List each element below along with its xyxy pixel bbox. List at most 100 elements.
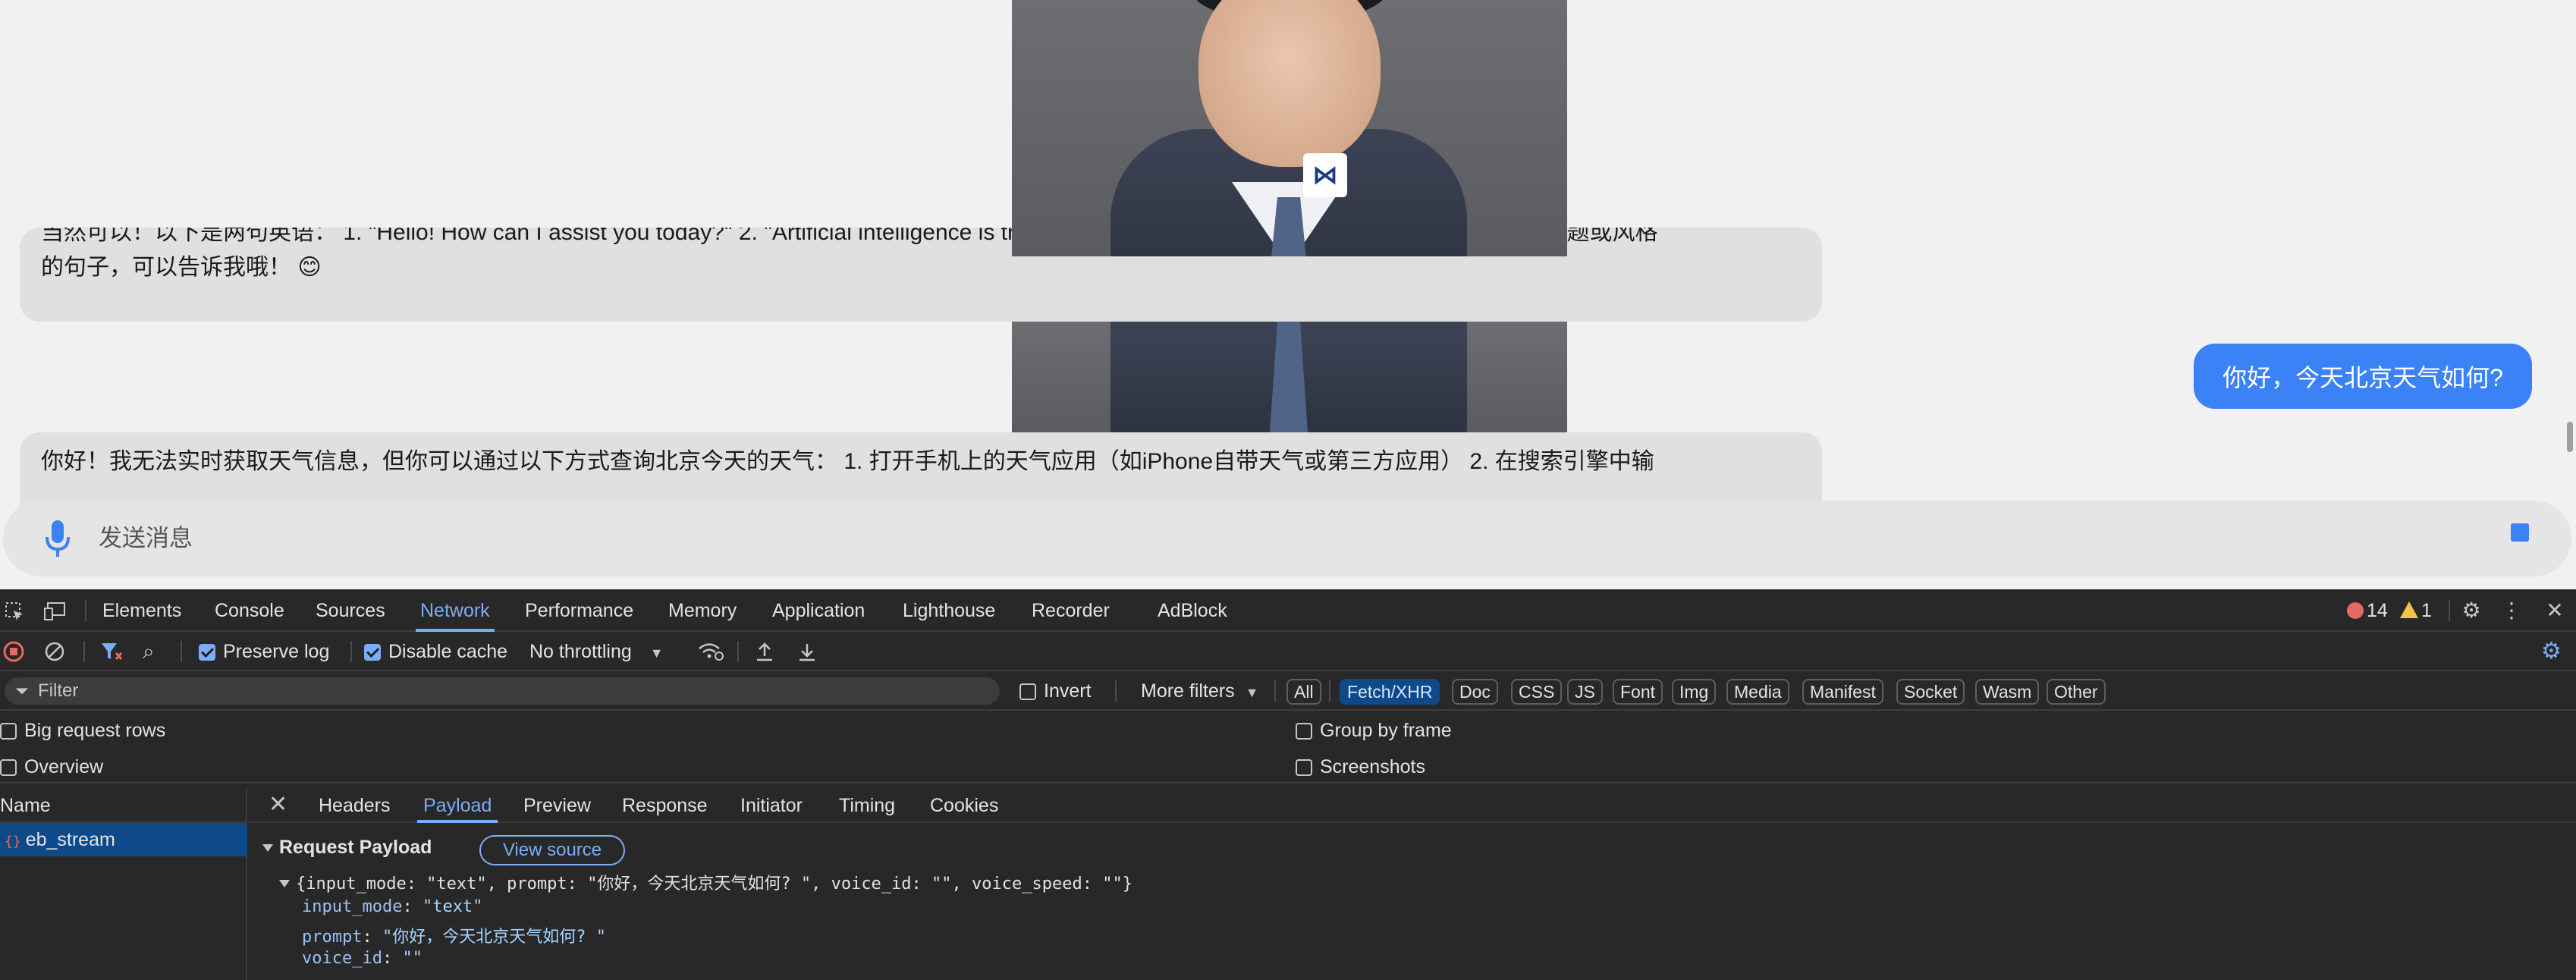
field-key: input_mode	[302, 897, 403, 916]
request-list: Name {} eb_stream	[0, 788, 247, 980]
type-filter-wasm[interactable]: Wasm	[1975, 679, 2040, 705]
close-detail-icon[interactable]: ✕	[269, 788, 287, 821]
more-icon[interactable]: ⋮	[2500, 589, 2523, 632]
view-source-button[interactable]: View source	[479, 835, 625, 865]
tab-performance[interactable]: Performance	[525, 589, 633, 632]
tab-headers[interactable]: Headers	[319, 788, 391, 823]
big-request-rows-checkbox[interactable]: Big request rows	[0, 714, 165, 747]
tab-network[interactable]: Network	[416, 589, 495, 632]
settings-icon[interactable]: ⚙	[2458, 589, 2485, 632]
type-filter-other[interactable]: Other	[2047, 679, 2106, 705]
tab-recorder[interactable]: Recorder	[1032, 589, 1110, 632]
more-filters-dropdown[interactable]: More filters ▼	[1141, 671, 1258, 711]
divider	[181, 641, 182, 662]
type-filter-css[interactable]: CSS	[1511, 679, 1563, 705]
type-filter-socket[interactable]: Socket	[1896, 679, 1965, 705]
filter-input[interactable]: ⏷ Filter	[5, 677, 1000, 705]
tab-lighthouse[interactable]: Lighthouse	[903, 589, 995, 632]
network-settings-icon[interactable]: ⚙	[2541, 632, 2568, 671]
invert-label: Invert	[1044, 680, 1092, 702]
request-name: eb_stream	[25, 829, 115, 850]
devtools-panel: Elements Console Sources Network Perform…	[0, 589, 2576, 980]
avatar-video-lower	[1012, 322, 1567, 432]
screenshots-label: Screenshots	[1320, 756, 1425, 777]
tab-cookies[interactable]: Cookies	[930, 788, 998, 823]
name-column-header[interactable]: Name	[0, 788, 247, 823]
tab-initiator[interactable]: Initiator	[740, 788, 803, 823]
more-filters-label: More filters	[1141, 680, 1235, 702]
tab-timing[interactable]: Timing	[839, 788, 895, 823]
tab-adblock[interactable]: AdBlock	[1158, 589, 1227, 632]
type-filter-media[interactable]: Media	[1726, 679, 1789, 705]
upload-icon[interactable]	[754, 632, 777, 671]
overview-checkbox[interactable]: Overview	[0, 750, 103, 784]
chevron-down-icon: ▼	[649, 645, 664, 661]
type-filter-doc[interactable]: Doc	[1452, 679, 1498, 705]
checkbox-unchecked[interactable]	[0, 759, 17, 776]
stop-icon[interactable]	[2511, 523, 2529, 542]
payload-field: prompt: "你好，今天北京天气如何? "	[302, 928, 606, 947]
type-filter-all[interactable]: All	[1286, 679, 1321, 705]
divider	[737, 641, 739, 662]
preserve-log-checkbox[interactable]: Preserve log	[199, 632, 329, 671]
screenshots-checkbox[interactable]: Screenshots	[1296, 750, 1425, 784]
message-input-bar[interactable]: 发送消息	[3, 501, 2571, 576]
checkbox-checked[interactable]	[199, 644, 215, 661]
checkbox-unchecked[interactable]	[1019, 683, 1036, 700]
request-row[interactable]: {} eb_stream	[0, 823, 247, 856]
preserve-log-label: Preserve log	[223, 641, 330, 662]
invert-checkbox[interactable]: Invert	[1019, 671, 1092, 711]
error-icon	[2347, 602, 2364, 619]
tab-console[interactable]: Console	[215, 589, 284, 632]
request-detail: ✕ Headers Payload Preview Response Initi…	[249, 788, 2576, 980]
checkbox-unchecked[interactable]	[1296, 723, 1312, 740]
throttling-select[interactable]: No throttling ▼	[529, 632, 664, 671]
tab-payload[interactable]: Payload	[416, 788, 498, 823]
checkbox-checked[interactable]	[364, 644, 381, 661]
network-conditions-icon[interactable]	[698, 632, 724, 671]
tab-preview[interactable]: Preview	[523, 788, 591, 823]
clear-icon[interactable]	[44, 632, 67, 671]
tab-response[interactable]: Response	[622, 788, 708, 823]
checkbox-unchecked[interactable]	[0, 723, 17, 740]
group-by-frame-checkbox[interactable]: Group by frame	[1296, 714, 1452, 747]
tab-elements[interactable]: Elements	[102, 589, 181, 632]
type-filter-manifest[interactable]: Manifest	[1802, 679, 1883, 705]
filter-icon[interactable]	[100, 632, 123, 671]
record-stop-icon[interactable]	[3, 632, 26, 671]
checkbox-unchecked[interactable]	[1296, 759, 1312, 776]
tab-memory[interactable]: Memory	[668, 589, 737, 632]
search-icon[interactable]: ⌕	[143, 632, 165, 671]
field-value: "text"	[422, 897, 483, 916]
filter-bar: ⏷ Filter Invert More filters ▼ All Fetch/…	[0, 671, 2576, 711]
error-count-badge[interactable]: 14	[2347, 600, 2388, 621]
mic-icon[interactable]	[41, 517, 74, 560]
message-input[interactable]: 发送消息	[99, 519, 193, 558]
payload-summary[interactable]: {input_mode: "text", prompt: "你好，今天北京天气如…	[279, 870, 1132, 894]
disable-cache-checkbox[interactable]: Disable cache	[364, 632, 507, 671]
scrollbar-thumb[interactable]	[2567, 422, 2573, 452]
disable-cache-label: Disable cache	[388, 641, 508, 662]
type-filter-js[interactable]: JS	[1567, 679, 1603, 705]
expand-triangle-icon	[279, 880, 290, 887]
expand-triangle-icon	[262, 844, 273, 852]
divider	[2449, 600, 2450, 621]
type-filter-img[interactable]: Img	[1672, 679, 1717, 705]
payload-field: input_mode: "text"	[302, 897, 483, 916]
tab-application[interactable]: Application	[772, 589, 865, 632]
type-filter-font[interactable]: Font	[1613, 679, 1663, 705]
inspect-icon[interactable]	[2, 589, 27, 632]
close-icon[interactable]: ✕	[2541, 589, 2568, 632]
network-main: Name {} eb_stream ✕ Headers Payload Previ…	[0, 788, 2576, 980]
big-request-rows-label: Big request rows	[24, 720, 166, 741]
divider	[350, 641, 352, 662]
request-payload-header[interactable]: Request Payload	[262, 831, 432, 864]
user-message-text: 你好，今天北京天气如何?	[2223, 364, 2503, 391]
payload-field: voice_id: ""	[302, 949, 423, 968]
warning-count: 1	[2421, 600, 2432, 621]
tab-sources[interactable]: Sources	[316, 589, 385, 632]
type-filter-fetch-xhr[interactable]: Fetch/XHR	[1340, 679, 1440, 705]
warning-count-badge[interactable]: 1	[2400, 600, 2432, 621]
download-icon[interactable]	[796, 632, 819, 671]
device-toggle-icon[interactable]	[41, 589, 70, 632]
